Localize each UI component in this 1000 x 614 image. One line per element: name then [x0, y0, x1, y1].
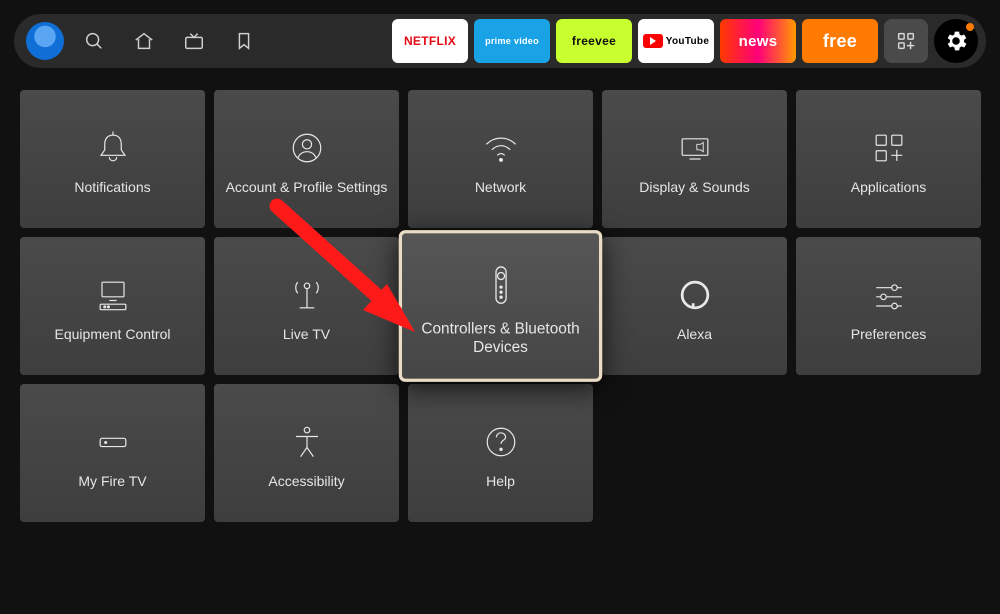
app-label: news [739, 33, 778, 50]
live-tv-icon[interactable] [174, 21, 214, 61]
apps-grid-icon[interactable] [884, 19, 928, 63]
tile-label: Equipment Control [55, 326, 171, 344]
search-icon[interactable] [74, 21, 114, 61]
tile-label: Help [486, 473, 515, 491]
tile-label: Account & Profile Settings [226, 179, 388, 197]
tile-label: Accessibility [268, 473, 344, 491]
settings-grid: Notifications Account & Profile Settings… [20, 90, 980, 522]
app-tile-free[interactable]: free [802, 19, 878, 63]
tile-label: My Fire TV [78, 473, 146, 491]
settings-gear-icon[interactable] [934, 19, 978, 63]
app-shortcut-row: NETFLIX prime video freevee YouTube news… [392, 19, 978, 63]
settings-tile-applications[interactable]: Applications [796, 90, 981, 228]
app-tile-news[interactable]: news [720, 19, 796, 63]
alexa-icon [673, 268, 717, 322]
app-label: YouTube [666, 36, 709, 47]
sliders-icon [867, 268, 911, 322]
app-label: free [823, 31, 857, 52]
settings-tile-equipment[interactable]: Equipment Control [20, 237, 205, 375]
tile-label: Applications [851, 179, 927, 197]
help-icon [479, 415, 523, 469]
settings-tile-notifications[interactable]: Notifications [20, 90, 205, 228]
tile-label: Preferences [851, 326, 926, 344]
display-sound-icon [673, 121, 717, 175]
tile-label: Notifications [74, 179, 150, 197]
youtube-play-icon [643, 34, 663, 48]
accessibility-icon [285, 415, 329, 469]
settings-tile-myfiretv[interactable]: My Fire TV [20, 384, 205, 522]
tile-label: Controllers & Bluetooth Devices [411, 319, 590, 358]
device-icon [91, 415, 135, 469]
settings-tile-alexa[interactable]: Alexa [602, 237, 787, 375]
settings-tile-network[interactable]: Network [408, 90, 593, 228]
antenna-icon [285, 268, 329, 322]
app-tile-primevideo[interactable]: prime video [474, 19, 550, 63]
bell-icon [91, 121, 135, 175]
tile-label: Live TV [283, 326, 330, 344]
bookmark-icon[interactable] [224, 21, 264, 61]
notification-dot-icon [966, 23, 974, 31]
top-nav-bar: NETFLIX prime video freevee YouTube news… [14, 14, 986, 68]
settings-tile-accessibility[interactable]: Accessibility [214, 384, 399, 522]
tile-label: Display & Sounds [639, 179, 750, 197]
tile-label: Alexa [677, 326, 712, 344]
profile-avatar[interactable] [26, 22, 64, 60]
settings-tile-controllers[interactable]: Controllers & Bluetooth Devices [399, 230, 603, 382]
tile-label: Network [475, 179, 526, 197]
settings-tile-account[interactable]: Account & Profile Settings [214, 90, 399, 228]
settings-tile-preferences[interactable]: Preferences [796, 237, 981, 375]
remote-icon [476, 255, 524, 314]
account-icon [285, 121, 329, 175]
wifi-icon [479, 121, 523, 175]
app-tile-netflix[interactable]: NETFLIX [392, 19, 468, 63]
equipment-icon [91, 268, 135, 322]
app-label: NETFLIX [404, 34, 456, 48]
home-icon[interactable] [124, 21, 164, 61]
settings-tile-help[interactable]: Help [408, 384, 593, 522]
app-tile-freevee[interactable]: freevee [556, 19, 632, 63]
settings-tile-display[interactable]: Display & Sounds [602, 90, 787, 228]
settings-tile-livetv[interactable]: Live TV [214, 237, 399, 375]
app-tile-youtube[interactable]: YouTube [638, 19, 714, 63]
applications-icon [867, 121, 911, 175]
app-label: freevee [572, 34, 616, 48]
app-label: prime video [485, 37, 539, 46]
